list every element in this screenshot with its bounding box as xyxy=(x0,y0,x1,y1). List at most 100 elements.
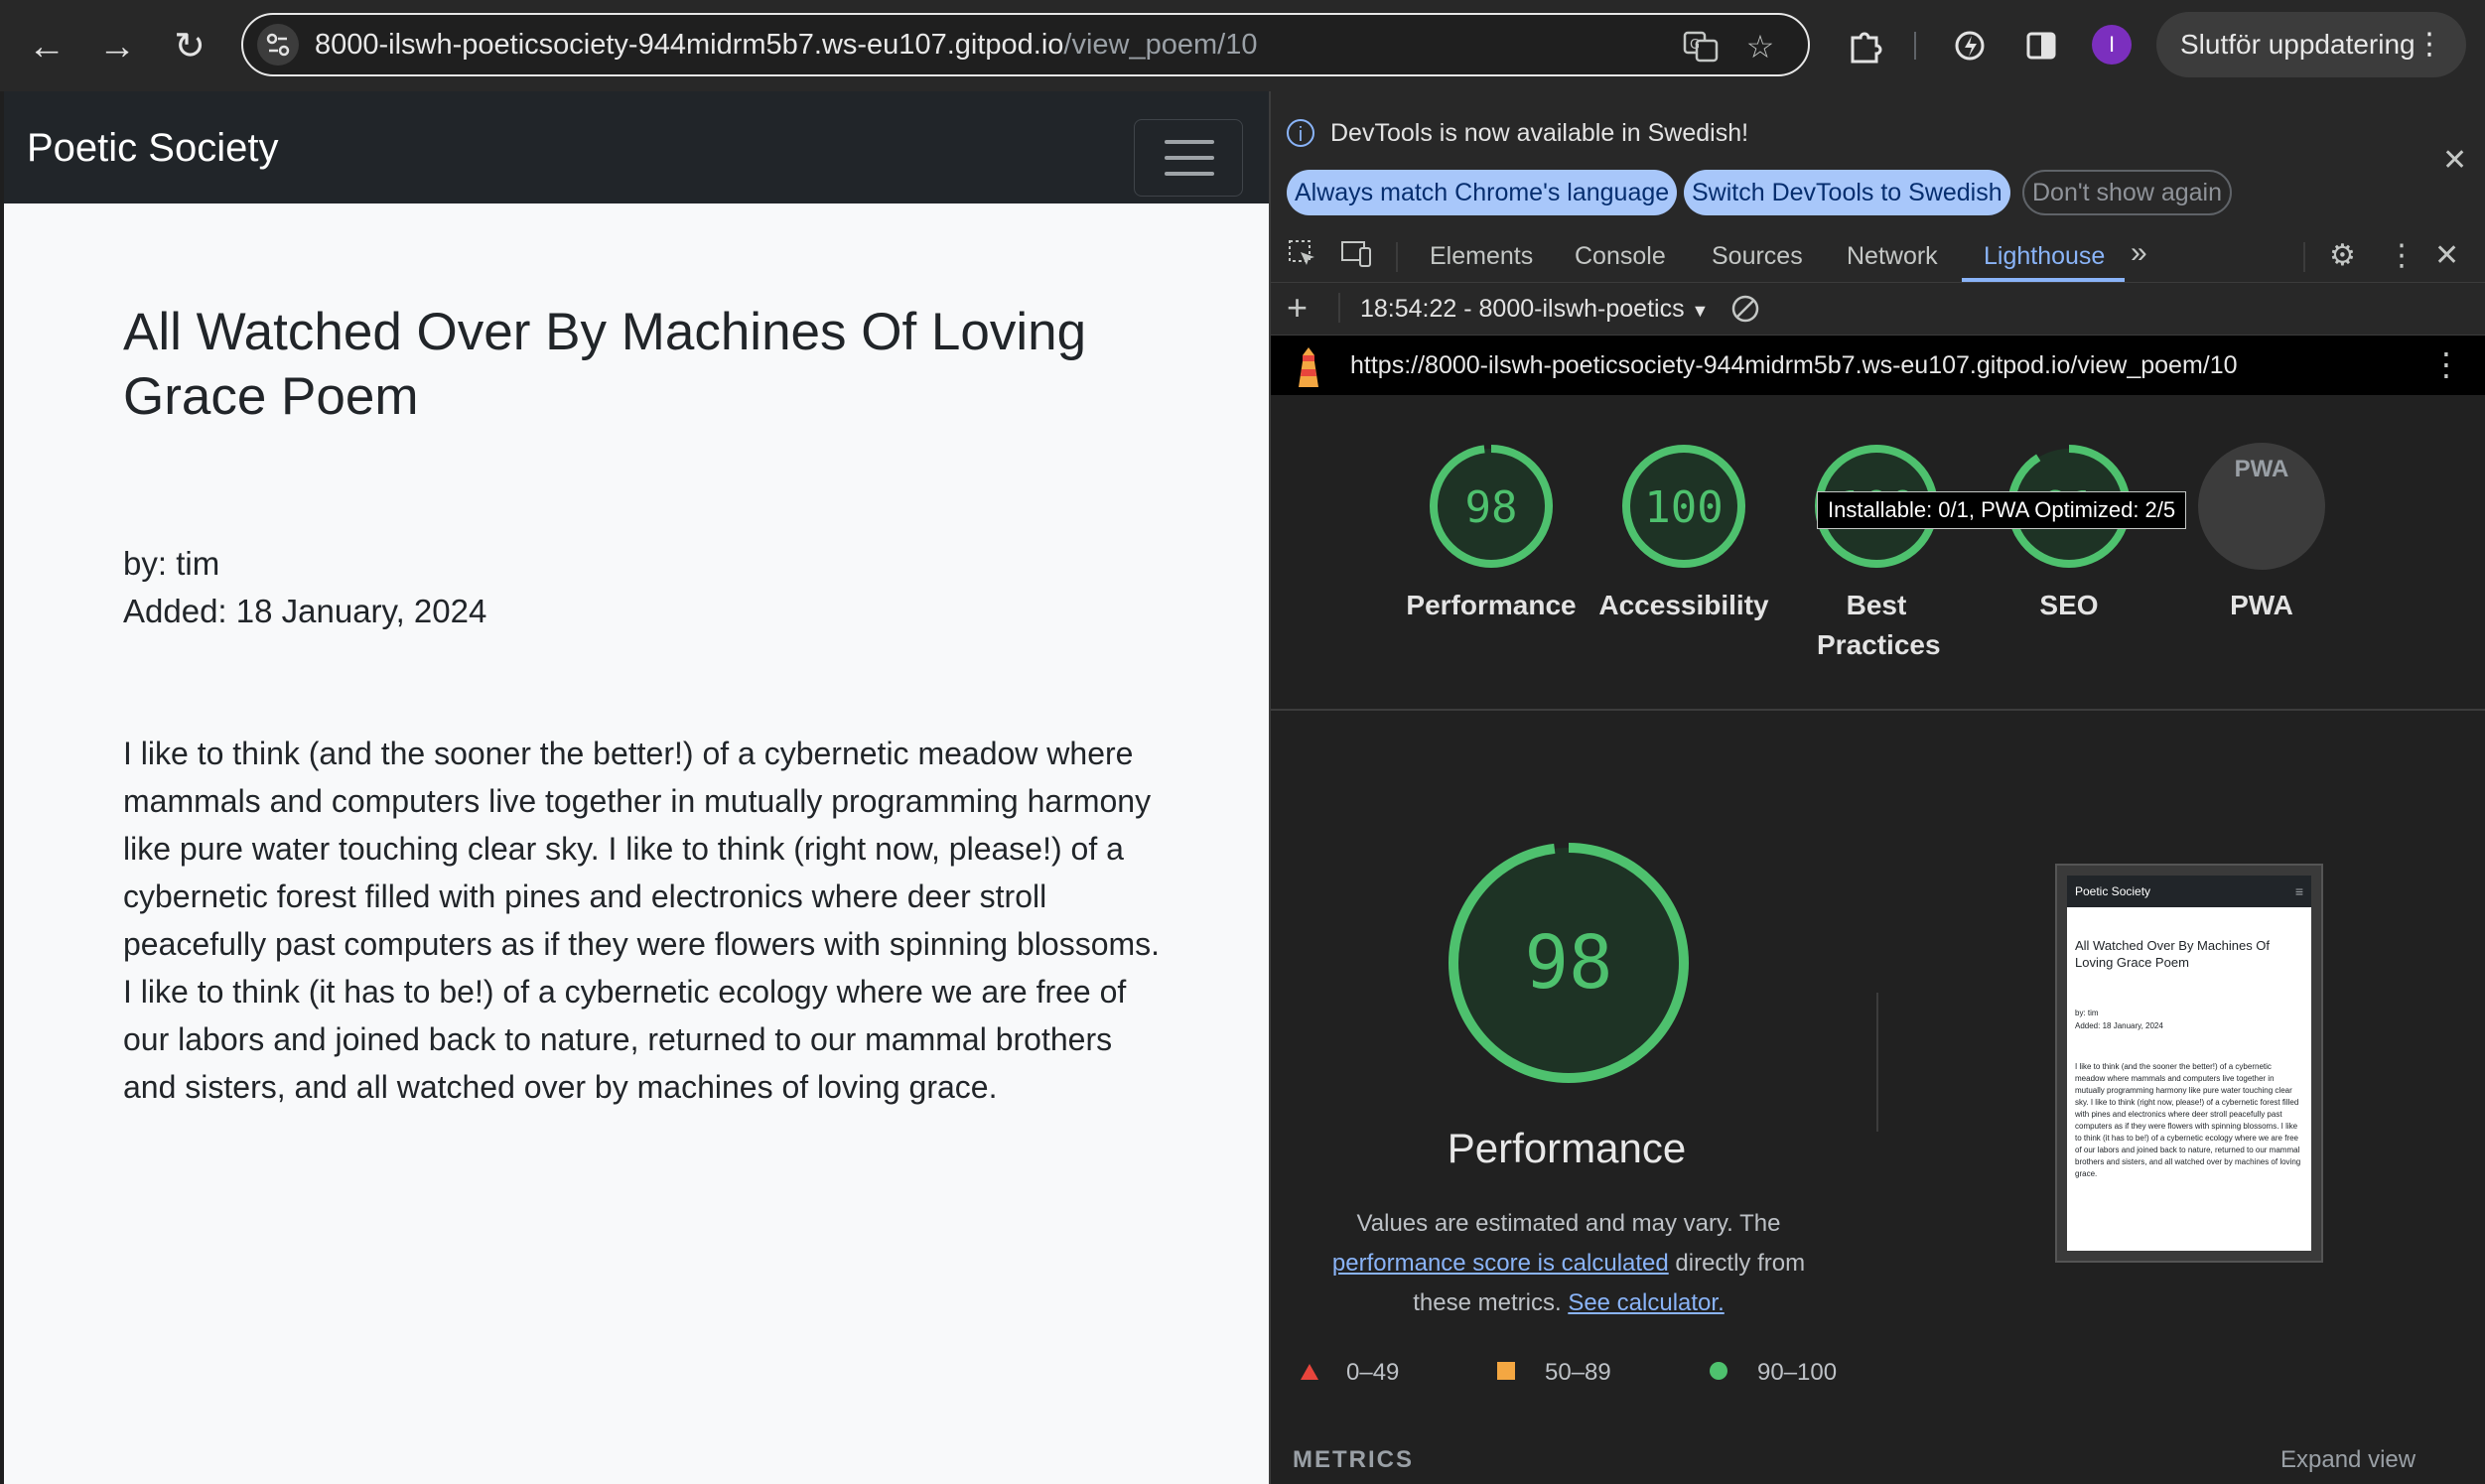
tab-lighthouse[interactable]: Lighthouse xyxy=(1984,242,2105,271)
poem-author: by: tim xyxy=(123,545,220,582)
report-selector-label: 18:54:22 - 8000-ilswh-poetics xyxy=(1360,295,1685,323)
bookmark-star-icon[interactable]: ☆ xyxy=(1740,27,1780,67)
info-icon: i xyxy=(1287,119,1314,147)
thumb-body: I like to think (and the sooner the bett… xyxy=(2075,1062,2301,1178)
gauge-graphic: PWA xyxy=(2198,443,2325,570)
thumb-meta: by: tim Added: 18 January, 2024 xyxy=(2075,1007,2163,1032)
settings-gear-icon[interactable]: ⚙ xyxy=(2329,238,2356,273)
inspect-element-icon[interactable] xyxy=(1287,238,1318,278)
update-label: Slutför uppdatering xyxy=(2180,29,2416,60)
gauge-label: Best Practices xyxy=(1817,590,1941,660)
dont-show-again-button[interactable]: Don't show again xyxy=(2022,170,2233,215)
infobar-message: DevTools is now available in Swedish! xyxy=(1330,119,1749,147)
always-match-language-button[interactable]: Always match Chrome's language xyxy=(1287,170,1678,215)
close-infobar-icon[interactable]: ✕ xyxy=(2442,143,2467,178)
fail-triangle-icon xyxy=(1299,1362,1320,1387)
score-calculated-link[interactable]: performance score is calculated xyxy=(1332,1250,1669,1277)
average-square-icon xyxy=(1497,1362,1515,1380)
lighthouse-logo-icon xyxy=(1295,345,1322,389)
side-panel-icon[interactable] xyxy=(2019,24,2063,67)
dropdown-caret-icon: ▼ xyxy=(1691,301,1710,321)
tab-console[interactable]: Console xyxy=(1575,242,1666,271)
translate-icon[interactable]: G xyxy=(1681,27,1721,67)
gauge-graphic: 100 xyxy=(1622,445,1745,568)
thumb-brand: Poetic Society xyxy=(2075,884,2151,898)
report-url: https://8000-ilswh-poeticsociety-944midr… xyxy=(1350,351,2238,379)
gauge-accessibility[interactable]: 100 xyxy=(1614,437,1753,581)
big-gauge-graphic: 98 xyxy=(1449,843,1689,1083)
browser-toolbar: ← → ↻ 8000-ilswh-poeticsociety-944midrm5… xyxy=(0,0,2485,91)
lighthouse-toolbar: + 18:54:22 - 8000-ilswh-poetics ▼ xyxy=(1271,283,2485,336)
language-infobar: i DevTools is now available in Swedish! … xyxy=(1271,91,2485,220)
url-path: /view_poem/10 xyxy=(1063,29,1258,61)
toolbar-separator xyxy=(1914,32,1916,60)
performance-icon[interactable] xyxy=(1948,24,1992,67)
tab-elements[interactable]: Elements xyxy=(1430,242,1533,271)
more-tabs-chevron-icon[interactable]: » xyxy=(2131,236,2147,270)
report-url-bar: https://8000-ilswh-poeticsociety-944midr… xyxy=(1271,336,2485,395)
thumb-title: All Watched Over By Machines Of Loving G… xyxy=(2075,938,2271,970)
toolbar-separator xyxy=(1338,293,1340,323)
vertical-divider xyxy=(1876,993,1878,1132)
gauge-graphic: 98 xyxy=(1430,445,1553,568)
legend-average: 50–89 xyxy=(1545,1359,1611,1386)
new-report-plus-icon[interactable]: + xyxy=(1287,287,1308,329)
brand-link[interactable]: Poetic Society xyxy=(27,126,278,171)
thumb-date: Added: 18 January, 2024 xyxy=(2075,1021,2163,1030)
svg-text:G: G xyxy=(1690,38,1700,53)
pass-circle-icon xyxy=(1710,1362,1727,1380)
device-toolbar-icon[interactable] xyxy=(1340,238,1374,278)
see-calculator-link[interactable]: See calculator. xyxy=(1568,1289,1724,1316)
forward-button[interactable]: → xyxy=(92,22,142,71)
hamburger-icon-bar xyxy=(1165,172,1214,176)
tab-separator xyxy=(2303,242,2305,272)
pwa-badge-text: PWA xyxy=(2235,456,2289,482)
gauge-label: SEO xyxy=(2039,590,2099,620)
tab-separator xyxy=(1396,242,1398,272)
report-selector-dropdown[interactable]: 18:54:22 - 8000-ilswh-poetics ▼ xyxy=(1360,295,1709,324)
performance-description: Values are estimated and may vary. The p… xyxy=(1311,1204,1827,1323)
active-tab-indicator xyxy=(1962,278,2125,282)
thumb-page: All Watched Over By Machines Of Loving G… xyxy=(2067,907,2311,1251)
url-text: 8000-ilswh-poeticsociety-944midrm5b7.ws-… xyxy=(315,29,1257,62)
address-bar[interactable]: 8000-ilswh-poeticsociety-944midrm5b7.ws-… xyxy=(241,13,1810,76)
report-divider xyxy=(1269,709,2485,711)
site-navbar: Poetic Society xyxy=(4,91,1269,203)
tab-sources[interactable]: Sources xyxy=(1712,242,1803,271)
extensions-icon[interactable] xyxy=(1843,24,1886,67)
navbar-toggler-button[interactable] xyxy=(1134,119,1243,197)
hamburger-icon xyxy=(1165,140,1214,144)
profile-avatar[interactable]: I xyxy=(2092,25,2132,65)
legend-fail: 0–49 xyxy=(1346,1359,1400,1386)
poem-body: I like to think (and the sooner the bett… xyxy=(123,736,1161,1105)
expand-view-toggle[interactable]: Expand view xyxy=(2280,1446,2416,1474)
metrics-heading: METRICS xyxy=(1293,1446,1414,1473)
poem-date: Added: 18 January, 2024 xyxy=(123,593,487,629)
back-button[interactable]: ← xyxy=(22,22,71,71)
close-devtools-icon[interactable]: ✕ xyxy=(2434,238,2459,273)
hamburger-icon-bar xyxy=(1165,156,1214,160)
gauge-pwa[interactable]: PWA xyxy=(2192,437,2331,581)
update-button[interactable]: Slutför uppdatering ⋮ xyxy=(2156,12,2466,77)
thumb-author: by: tim xyxy=(2075,1009,2099,1017)
desc-text: Values are estimated and may vary. The xyxy=(1356,1210,1781,1237)
site-info-icon[interactable] xyxy=(257,24,299,66)
big-gauge-score: 98 xyxy=(1524,920,1612,1006)
gauge-score: 98 xyxy=(1465,482,1518,533)
report-menu-kebab-icon[interactable]: ⋮ xyxy=(2430,345,2462,383)
devtools-tabbar: Elements Console Sources Network Lightho… xyxy=(1271,230,2485,283)
reload-button[interactable]: ↻ xyxy=(165,22,214,71)
performance-heading: Performance xyxy=(1447,1125,1687,1171)
url-host: 8000-ilswh-poeticsociety-944midrm5b7.ws-… xyxy=(315,29,1064,61)
gauge-performance[interactable]: 98 xyxy=(1422,437,1561,581)
tab-network[interactable]: Network xyxy=(1847,242,1938,271)
gauge-label: Performance xyxy=(1406,590,1577,620)
poem-title: All Watched Over By Machines Of Loving G… xyxy=(123,303,1087,426)
switch-to-swedish-button[interactable]: Switch DevTools to Swedish xyxy=(1684,170,2010,215)
gauge-label: PWA xyxy=(2230,590,2293,620)
final-screenshot-thumbnail[interactable]: Poetic Society ≡ All Watched Over By Mac… xyxy=(2055,864,2323,1263)
gauge-score: 100 xyxy=(1644,482,1723,533)
devtools-menu-kebab-icon[interactable]: ⋮ xyxy=(2387,238,2416,273)
thumb-navbar: Poetic Society ≡ xyxy=(2067,876,2311,907)
clear-reports-icon[interactable] xyxy=(1729,293,1761,330)
